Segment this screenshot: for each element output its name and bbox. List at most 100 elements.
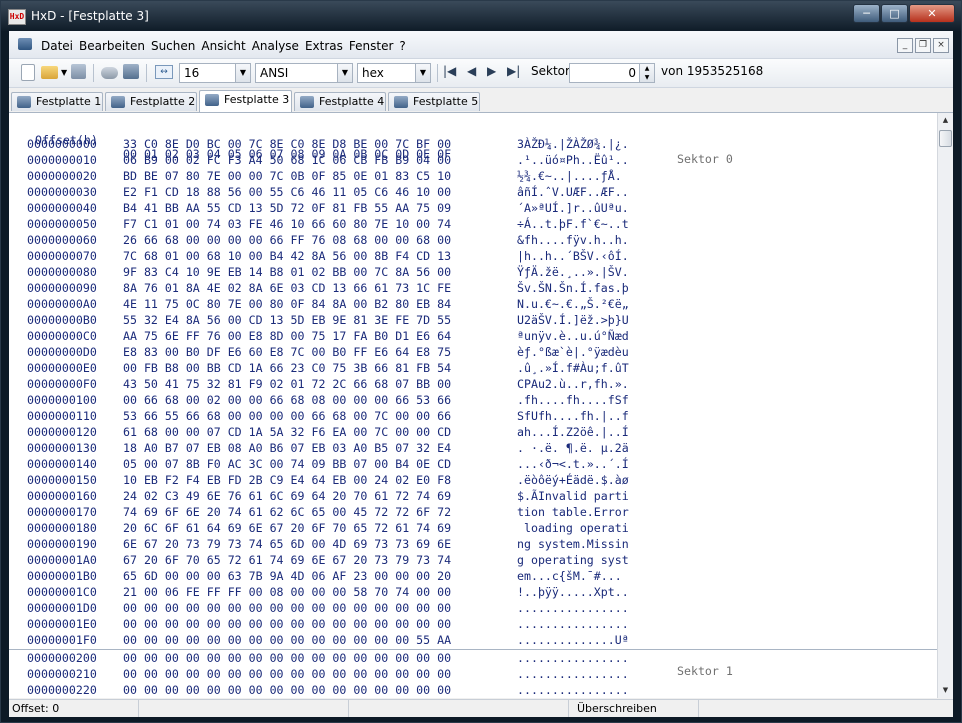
chevron-down-icon[interactable]: ▼ bbox=[235, 64, 250, 82]
last-sector-icon[interactable]: ▶| bbox=[507, 64, 520, 78]
row-ascii[interactable]: Šv.ŠN.Šn.Í.fas.þ bbox=[517, 281, 629, 295]
row-hex-bytes[interactable]: 18 A0 B7 07 EB 08 A0 B6 07 EB 03 A0 B5 0… bbox=[123, 441, 451, 455]
tab-festplatte-5[interactable]: Festplatte 5 bbox=[388, 92, 480, 111]
open-ram-icon[interactable] bbox=[123, 64, 139, 79]
row-ascii[interactable]: .¹..üó¤Ph..Ëû¹.. bbox=[517, 153, 629, 167]
row-ascii[interactable]: .û¸.»Í.f#Àu;f.ûT bbox=[517, 361, 629, 375]
first-sector-icon[interactable]: |◀ bbox=[443, 64, 456, 78]
row-hex-bytes[interactable]: 43 50 41 75 32 81 F9 02 01 72 2C 66 68 0… bbox=[123, 377, 451, 391]
tab-festplatte-1[interactable]: Festplatte 1 bbox=[11, 92, 103, 111]
row-hex-bytes[interactable]: E8 83 00 B0 DF E6 60 E8 7C 00 B0 FF E6 6… bbox=[123, 345, 451, 359]
row-hex-bytes[interactable]: 8A 76 01 8A 4E 02 8A 6E 03 CD 13 66 61 7… bbox=[123, 281, 451, 295]
row-hex-bytes[interactable]: 9F 83 C4 10 9E EB 14 B8 01 02 BB 00 7C 8… bbox=[123, 265, 451, 279]
row-hex-bytes[interactable]: 4E 11 75 0C 80 7E 00 80 0F 84 8A 00 B2 8… bbox=[123, 297, 451, 311]
maximize-button[interactable]: □ bbox=[881, 4, 908, 23]
row-hex-bytes[interactable]: 55 32 E4 8A 56 00 CD 13 5D EB 9E 81 3E F… bbox=[123, 313, 451, 327]
mdi-minimize-button[interactable]: _ bbox=[897, 38, 913, 53]
row-hex-bytes[interactable]: 24 02 C3 49 6E 76 61 6C 69 64 20 70 61 7… bbox=[123, 489, 451, 503]
row-ascii[interactable]: g operating syst bbox=[517, 553, 629, 567]
row-ascii[interactable]: SfUfh....fh.|..f bbox=[517, 409, 629, 423]
row-hex-bytes[interactable]: 00 00 00 00 00 00 00 00 00 00 00 00 00 0… bbox=[123, 667, 451, 681]
minimize-button[interactable]: ─ bbox=[853, 4, 880, 23]
close-button[interactable]: ✕ bbox=[909, 4, 955, 23]
row-hex-bytes[interactable]: 05 00 07 8B F0 AC 3C 00 74 09 BB 07 00 B… bbox=[123, 457, 451, 471]
chevron-down-icon[interactable]: ▼ bbox=[415, 64, 430, 82]
sector-spinner-icon[interactable]: ▲ ▼ bbox=[639, 64, 654, 82]
menu-analyse[interactable]: Analyse bbox=[252, 39, 299, 53]
row-hex-bytes[interactable]: 00 00 00 00 00 00 00 00 00 00 00 00 00 0… bbox=[123, 683, 451, 697]
chevron-down-icon[interactable]: ▼ bbox=[337, 64, 352, 82]
bytes-per-row-select[interactable]: 16 ▼ bbox=[179, 63, 251, 83]
row-ascii[interactable]: .fh....fh....fSf bbox=[517, 393, 629, 407]
sector-input[interactable]: 0 ▲ ▼ bbox=[569, 63, 655, 83]
row-ascii[interactable]: âñÍ.ˆV.UÆF..ÆF.. bbox=[517, 185, 629, 199]
row-ascii[interactable]: !..þÿÿ.....Xpt.. bbox=[517, 585, 629, 599]
new-file-icon[interactable] bbox=[21, 64, 35, 81]
row-hex-bytes[interactable]: 74 69 6F 6E 20 74 61 62 6C 65 00 45 72 7… bbox=[123, 505, 451, 519]
row-hex-bytes[interactable]: 67 20 6F 70 65 72 61 74 69 6E 67 20 73 7… bbox=[123, 553, 451, 567]
tab-festplatte-4[interactable]: Festplatte 4 bbox=[294, 92, 386, 111]
row-hex-bytes[interactable]: 20 6C 6F 61 64 69 6E 67 20 6F 70 65 72 6… bbox=[123, 521, 451, 535]
row-ascii[interactable]: ..............Uª bbox=[517, 633, 629, 647]
menu-datei[interactable]: Datei bbox=[41, 39, 73, 53]
row-ascii[interactable]: ½¾.€~..|....ƒÅ. bbox=[517, 169, 622, 183]
row-ascii[interactable]: tion table.Error bbox=[517, 505, 629, 519]
row-hex-bytes[interactable]: F7 C1 01 00 74 03 FE 46 10 66 60 80 7E 1… bbox=[123, 217, 451, 231]
row-hex-bytes[interactable]: 00 00 00 00 00 00 00 00 00 00 00 00 00 0… bbox=[123, 651, 451, 665]
row-hex-bytes[interactable]: 6E 67 20 73 79 73 74 65 6D 00 4D 69 73 7… bbox=[123, 537, 451, 551]
row-ascii[interactable]: ................ bbox=[517, 667, 629, 681]
hxd-app-icon[interactable]: HxD bbox=[8, 9, 26, 25]
row-hex-bytes[interactable]: AA 75 6E FF 76 00 E8 8D 00 75 17 FA B0 D… bbox=[123, 329, 451, 343]
row-ascii[interactable]: ................ bbox=[517, 617, 629, 631]
row-hex-bytes[interactable]: 65 6D 00 00 00 63 7B 9A 4D 06 AF 23 00 0… bbox=[123, 569, 451, 583]
previous-sector-icon[interactable]: ◀ bbox=[467, 64, 476, 78]
mdi-restore-button[interactable]: ❐ bbox=[915, 38, 931, 53]
row-ascii[interactable]: ÷Á..t.þF.f`€~..t bbox=[517, 217, 629, 231]
open-disk-icon[interactable] bbox=[101, 67, 118, 79]
row-ascii[interactable]: $.ÃInvalid parti bbox=[517, 489, 629, 503]
menu-help[interactable]: ? bbox=[399, 39, 405, 53]
mdi-close-button[interactable]: × bbox=[933, 38, 949, 53]
scroll-down-icon[interactable]: ▼ bbox=[938, 683, 953, 698]
row-hex-bytes[interactable]: 00 00 00 00 00 00 00 00 00 00 00 00 00 0… bbox=[123, 601, 451, 615]
menu-ansicht[interactable]: Ansicht bbox=[201, 39, 245, 53]
row-hex-bytes[interactable]: 00 66 68 00 02 00 00 66 68 08 00 00 00 6… bbox=[123, 393, 451, 407]
row-ascii[interactable]: em...c{šM.¯#... bbox=[517, 569, 629, 583]
tab-festplatte-2[interactable]: Festplatte 2 bbox=[105, 92, 197, 111]
row-ascii[interactable]: &fh....fÿv.h..h. bbox=[517, 233, 629, 247]
tab-festplatte-3[interactable]: Festplatte 3 bbox=[199, 90, 292, 112]
menu-fenster[interactable]: Fenster bbox=[349, 39, 394, 53]
row-ascii[interactable]: ................ bbox=[517, 601, 629, 615]
row-hex-bytes[interactable]: 10 EB F2 F4 EB FD 2B C9 E4 64 EB 00 24 0… bbox=[123, 473, 451, 487]
row-hex-bytes[interactable]: 00 00 00 00 00 00 00 00 00 00 00 00 00 0… bbox=[123, 617, 451, 631]
row-hex-bytes[interactable]: 26 66 68 00 00 00 00 66 FF 76 08 68 00 0… bbox=[123, 233, 451, 247]
menu-suchen[interactable]: Suchen bbox=[151, 39, 195, 53]
row-ascii[interactable]: ................ bbox=[517, 683, 629, 697]
row-hex-bytes[interactable]: 06 B9 00 02 FC F3 A4 50 68 1C 06 CB FB B… bbox=[123, 153, 451, 167]
row-ascii[interactable]: 3ÀŽÐ¼.|ŽÀŽØ¾.|¿. bbox=[517, 137, 629, 151]
row-ascii[interactable]: ´A»ªUÍ.]r..ûUªu. bbox=[517, 201, 629, 215]
open-dropdown-arrow-icon[interactable]: ▼ bbox=[61, 68, 67, 86]
open-folder-icon[interactable] bbox=[41, 66, 58, 79]
row-ascii[interactable]: ah...Í.Z2öê.|..Í bbox=[517, 425, 629, 439]
row-hex-bytes[interactable]: 61 68 00 00 07 CD 1A 5A 32 F6 EA 00 7C 0… bbox=[123, 425, 451, 439]
row-hex-bytes[interactable]: 00 FB B8 00 BB CD 1A 66 23 C0 75 3B 66 8… bbox=[123, 361, 451, 375]
row-hex-bytes[interactable]: E2 F1 CD 18 88 56 00 55 C6 46 11 05 C6 4… bbox=[123, 185, 451, 199]
document-icon[interactable] bbox=[18, 38, 32, 50]
row-ascii[interactable]: ng system.Missin bbox=[517, 537, 629, 551]
hex-editor[interactable]: Offset(h) 00 01 02 03 04 05 06 07 08 09 … bbox=[9, 113, 937, 698]
row-ascii[interactable]: |h..h..´BŠV.‹ôÍ. bbox=[517, 249, 629, 263]
row-ascii[interactable]: ...‹ð¬<.t.»..´.Í bbox=[517, 457, 629, 471]
row-ascii[interactable]: ŸƒÄ.žë.¸..».|ŠV. bbox=[517, 265, 629, 279]
vertical-scrollbar[interactable]: ▲ ▼ bbox=[937, 113, 953, 698]
next-sector-icon[interactable]: ▶ bbox=[487, 64, 496, 78]
row-hex-bytes[interactable]: BD BE 07 80 7E 00 00 7C 0B 0F 85 0E 01 8… bbox=[123, 169, 451, 183]
status-edit-mode[interactable]: Überschreiben bbox=[569, 700, 699, 717]
charset-select[interactable]: ANSI ▼ bbox=[255, 63, 353, 83]
row-ascii[interactable]: CPAu2.ù..r,fh.». bbox=[517, 377, 629, 391]
row-ascii[interactable]: U2äŠV.Í.]ëž.>þ}U bbox=[517, 313, 629, 327]
row-hex-bytes[interactable]: 7C 68 01 00 68 10 00 B4 42 8A 56 00 8B F… bbox=[123, 249, 451, 263]
row-ascii[interactable]: . ·.ë. ¶.ë. µ.2ä bbox=[517, 441, 629, 455]
title-bar[interactable]: HxD HxD - [Festplatte 3] ─ □ ✕ bbox=[1, 1, 961, 31]
menu-bearbeiten[interactable]: Bearbeiten bbox=[79, 39, 145, 53]
